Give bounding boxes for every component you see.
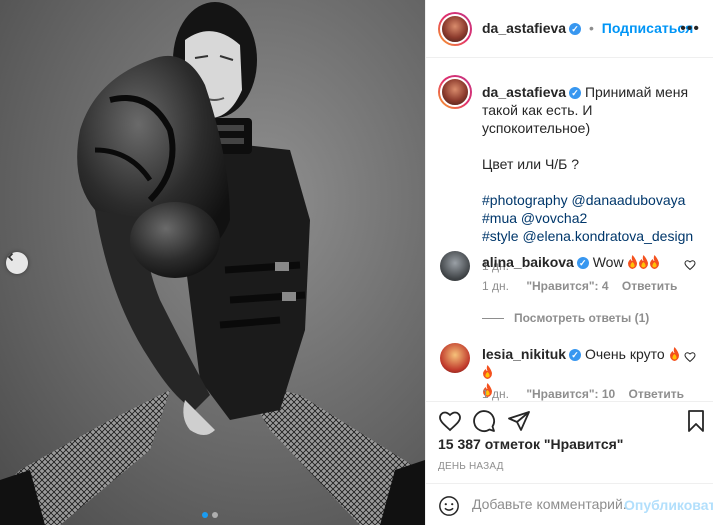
fire-emoji-icon — [650, 255, 660, 269]
hashtag-mua[interactable]: #mua — [482, 210, 517, 226]
verified-badge-icon: ✓ — [569, 23, 582, 36]
comment-like-heart-icon[interactable] — [684, 351, 696, 363]
fire-emoji-icon — [639, 255, 649, 269]
chevron-left-icon — [7, 252, 14, 262]
commenter-username[interactable]: lesia_nikituk — [482, 346, 566, 362]
comment-likes[interactable]: "Нравится": 10 — [526, 387, 615, 401]
mention-elena-kondratova-design[interactable]: @elena.kondratova_design — [522, 228, 693, 244]
reply-button[interactable]: Ответить — [622, 279, 677, 293]
comment-likes[interactable]: "Нравится": 4 — [526, 279, 608, 293]
publish-button[interactable]: Опубликовать — [624, 497, 713, 513]
comment-bubble-icon[interactable] — [472, 409, 496, 433]
comment-body: alina_baikova ✓ Wow — [482, 253, 682, 271]
post-photo[interactable] — [0, 0, 425, 525]
like-heart-icon[interactable] — [438, 409, 462, 433]
comment-meta: 1 дн. "Нравится": 4 Ответить — [482, 279, 677, 293]
add-comment-form: Опубликовать — [426, 483, 713, 525]
more-options-icon[interactable]: ••• — [680, 20, 700, 38]
carousel-prev-button[interactable] — [6, 252, 28, 274]
comment-input[interactable] — [472, 496, 627, 512]
author-avatar[interactable] — [438, 12, 472, 46]
carousel-dot — [212, 512, 218, 518]
reply-button[interactable]: Ответить — [629, 387, 684, 401]
hashtag-style[interactable]: #style — [482, 228, 519, 244]
author-username[interactable]: da_astafieva — [482, 20, 566, 36]
comments-list[interactable]: da_astafieva ✓ Принимай меня такой как ес… — [426, 59, 713, 401]
comment-meta: 1 дн. "Нравится": 10 Ответить — [482, 387, 684, 401]
verified-badge-icon: ✓ — [569, 349, 582, 362]
author-row: da_astafieva ✓ • Подписаться — [482, 20, 693, 36]
bookmark-save-icon[interactable] — [684, 409, 708, 433]
commenter-avatar[interactable] — [440, 251, 470, 281]
view-replies-label: Посмотреть ответы (1) — [514, 311, 650, 325]
fire-emoji-icon — [669, 347, 679, 361]
commenter-username[interactable]: alina_baikova — [482, 254, 574, 270]
mention-danaadubovaya[interactable]: @danaadubovaya — [572, 192, 686, 208]
post-caption: da_astafieva ✓ Принимай меня такой как ес… — [482, 83, 704, 275]
verified-badge-icon: ✓ — [569, 87, 582, 100]
header-separator: • — [588, 20, 594, 36]
mention-vovcha2[interactable]: @vovcha2 — [521, 210, 587, 226]
comment-text: Wow — [592, 254, 624, 270]
fire-emoji-icon — [628, 255, 638, 269]
hashtag-photography[interactable]: #photography — [482, 192, 568, 208]
emoji-smiley-icon[interactable] — [438, 495, 460, 517]
verified-badge-icon: ✓ — [576, 257, 589, 270]
carousel-indicators — [202, 512, 218, 518]
fire-emoji-icon — [483, 365, 492, 379]
caption-author-avatar[interactable] — [438, 75, 472, 109]
post-sidebar: da_astafieva ✓ • Подписаться ••• da_astaf… — [425, 0, 713, 525]
post-actions — [426, 401, 713, 437]
photo-illustration — [0, 2, 425, 525]
post-time[interactable]: ДЕНЬ НАЗАД — [438, 461, 504, 472]
carousel-dot — [202, 512, 208, 518]
post-header: da_astafieva ✓ • Подписаться ••• — [426, 0, 713, 58]
comment-time[interactable]: 1 дн. — [482, 279, 509, 293]
comment-time[interactable]: 1 дн. — [482, 387, 509, 401]
likes-count[interactable]: 15 387 отметок "Нравится" — [438, 436, 623, 452]
caption-line-3: Цвет или Ч/Б ? — [482, 156, 580, 172]
share-send-icon[interactable] — [507, 409, 531, 433]
caption-line-1: Принимай меня — [584, 84, 689, 100]
comment-like-heart-icon[interactable] — [684, 259, 696, 271]
commenter-avatar[interactable] — [440, 343, 470, 373]
view-replies-button[interactable]: Посмотреть ответы (1) — [482, 311, 649, 325]
caption-line-2: такой как есть. И успокоительное) — [482, 102, 593, 136]
comment-text: Очень круто — [584, 346, 665, 362]
caption-author-username[interactable]: da_astafieva — [482, 84, 566, 100]
